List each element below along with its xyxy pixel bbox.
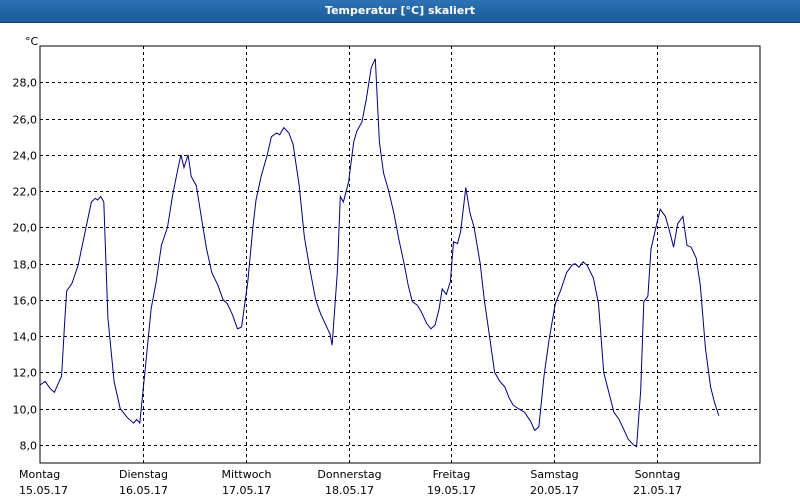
y-tick-label: 24,0 [13,150,38,163]
x-tick-day-label: Donnerstag [317,468,381,481]
x-tick-day-label: Freitag [433,468,471,481]
y-tick-label: 12,0 [13,367,38,380]
x-tick-date-label: 21.05.17 [633,484,682,497]
x-tick-date-label: 17.05.17 [222,484,271,497]
x-tick-date-label: 15.05.17 [19,484,68,497]
y-tick-label: 14,0 [13,331,38,344]
y-tick-label: 26,0 [13,114,38,127]
x-tick-day-label: Samstag [530,468,578,481]
x-tick-day-label: Dienstag [119,468,168,481]
y-tick-label: 18,0 [13,259,38,272]
y-tick-label: 8,0 [20,440,38,453]
x-tick-date-label: 20.05.17 [530,484,579,497]
temperature-line-chart: °C 8,0 10,0 12,0 14,0 16,0 18,0 20,0 22,0 24,0 26… [0,23,800,500]
x-tick-day-label: Mittwoch [222,468,272,481]
window-title: Temperatur [°C] skaliert [0,0,800,23]
x-tick-date-label: 18.05.17 [325,484,374,497]
y-tick-label: 28,0 [13,77,38,90]
x-tick-date-label: 19.05.17 [427,484,476,497]
y-tick-label: 10,0 [13,404,38,417]
y-tick-label: 16,0 [13,295,38,308]
x-tick-day-label: Sonntag [635,468,681,481]
y-axis-unit-label: °C [25,35,39,48]
y-tick-label: 22,0 [13,186,38,199]
y-tick-label: 20,0 [13,222,38,235]
x-tick-day-label: Montag [19,468,60,481]
x-tick-date-label: 16.05.17 [119,484,168,497]
